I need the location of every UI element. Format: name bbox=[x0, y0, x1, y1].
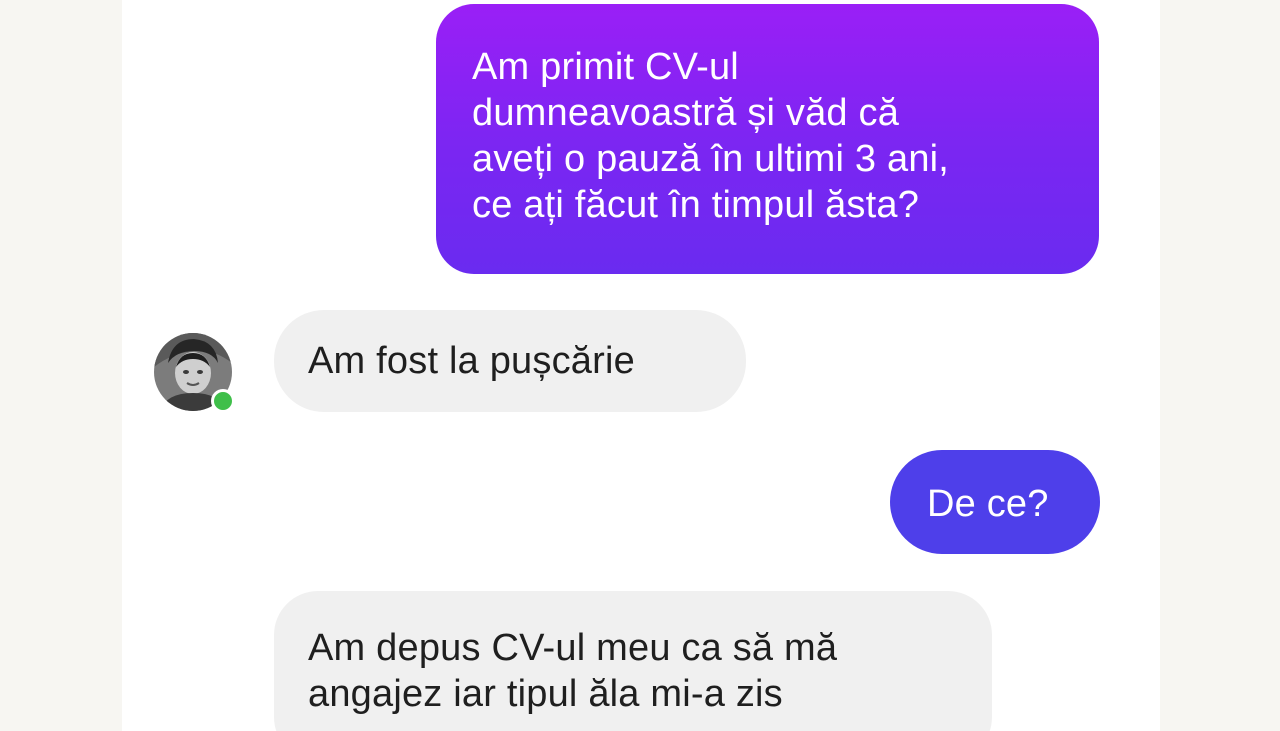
message-line: Am depus CV-ul meu ca să mă bbox=[308, 627, 838, 669]
chat-panel: Am primit CV-ul dumneavoastră și văd că … bbox=[122, 0, 1160, 731]
message-line: De ce? bbox=[927, 483, 1049, 525]
received-message-bubble[interactable]: Am depus CV-ul meu ca să mă angajez iar … bbox=[274, 591, 992, 731]
sent-message-bubble[interactable]: Am primit CV-ul dumneavoastră și văd că … bbox=[436, 4, 1099, 274]
received-message-bubble[interactable]: Am fost la pușcărie bbox=[274, 310, 746, 412]
online-status-icon bbox=[211, 389, 235, 413]
message-line: aveți o pauză în ultimi 3 ani, bbox=[472, 138, 950, 180]
sent-message-bubble[interactable]: De ce? bbox=[890, 450, 1100, 554]
message-line: Am primit CV-ul bbox=[472, 46, 739, 88]
message-line: ce ați făcut în timpul ăsta? bbox=[472, 184, 920, 226]
message-line: Am fost la pușcărie bbox=[308, 340, 635, 382]
message-line: dumneavoastră și văd că bbox=[472, 92, 900, 134]
message-line: angajez iar tipul ăla mi-a zis bbox=[308, 673, 783, 715]
